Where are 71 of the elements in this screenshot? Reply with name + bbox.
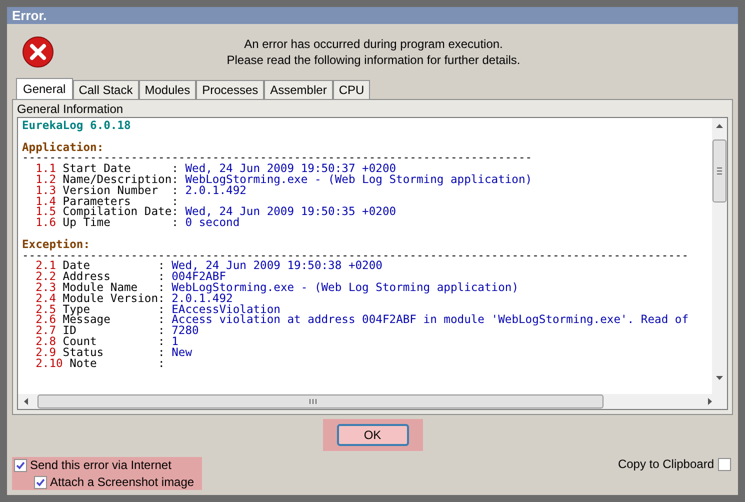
item-number: 2.10 [36, 358, 63, 370]
item-number: 1.5 [36, 207, 56, 218]
item-label: Module Name : [62, 282, 165, 294]
tab[interactable]: CPU [332, 80, 370, 99]
item-number: 2.9 [36, 348, 56, 359]
item-value: 004F2ABF [172, 272, 226, 283]
item-label: Message : [62, 315, 165, 326]
item-number: 1.2 [36, 174, 56, 186]
section-heading: Application: [22, 142, 104, 154]
item-label: Parameters : [62, 196, 178, 208]
checkbox[interactable] [34, 476, 47, 488]
item-value: 2.0.1.492 [172, 294, 233, 305]
item-number: 2.2 [36, 272, 56, 283]
item-number: 2.4 [36, 294, 56, 305]
ok-button[interactable]: OK [336, 424, 408, 446]
item-value: WebLogStorming.exe - (Web Log Storming application) [185, 174, 532, 186]
item-label: Start Date : [62, 164, 178, 175]
error-icon [22, 36, 54, 68]
item-number: 1.1 [36, 164, 56, 175]
tab[interactable]: General [16, 78, 73, 99]
horizontal-scrollbar[interactable] [18, 394, 727, 409]
item-label: Status : [62, 348, 165, 359]
item-value: 0 second [185, 218, 240, 229]
item-value: WebLogStorming.exe - (Web Log Storming application) [172, 282, 518, 294]
item-value: Wed, 24 Jun 2009 19:50:35 +0200 [185, 207, 396, 218]
tab[interactable]: Call Stack [72, 80, 139, 99]
item-label: Up Time : [62, 218, 178, 229]
item-number: 2.3 [36, 282, 56, 294]
separator-line: --------------------------------------------------------------------------- [22, 153, 532, 164]
item-number: 2.6 [36, 315, 56, 326]
item-label: Version Number : [62, 186, 178, 197]
option-label[interactable]: Send this error via Internet [30, 458, 172, 472]
item-number: 1.4 [36, 196, 56, 208]
item-value: Wed, 24 Jun 2009 19:50:38 +0200 [172, 261, 382, 272]
checkbox[interactable] [14, 458, 27, 472]
separator-line: -------------------------------------------------------------------------------------------------- [22, 250, 689, 262]
item-label: ID : [62, 326, 165, 337]
item-label: Address : [62, 272, 165, 283]
item-number: 1.3 [36, 186, 56, 197]
section-heading: Exception: [22, 240, 90, 251]
item-label: Name/Description: [62, 174, 178, 186]
item-number: 1.6 [36, 218, 56, 229]
error-message: An error has occurred during program execution. [244, 36, 503, 52]
item-label: Type : [62, 304, 165, 316]
item-value: 2.0.1.492 [185, 186, 246, 197]
option-label[interactable]: Attach a Screenshot image [50, 475, 194, 489]
item-number: 2.8 [36, 336, 56, 348]
item-value: 1 [172, 336, 178, 348]
item-label: Date : [62, 261, 165, 272]
option-label[interactable]: Copy to Clipboard [618, 457, 714, 471]
tab[interactable]: Processes [196, 80, 264, 99]
item-number: 2.7 [36, 326, 56, 337]
vertical-scrollbar[interactable] [712, 118, 727, 394]
item-value: New [172, 348, 192, 359]
item-label: Compilation Date: [62, 207, 178, 218]
panel-title: General Information [17, 101, 124, 117]
tab[interactable]: Assembler [264, 80, 333, 99]
checkbox[interactable] [718, 458, 731, 470]
log-title: EurekaLog 6.0.18 [22, 121, 131, 132]
item-value: 7280 [172, 326, 199, 337]
item-value: Access violation at address 004F2ABF in module 'WebLogStorming.exe'. Read of [172, 315, 689, 326]
tab[interactable]: Modules [138, 80, 196, 99]
item-label: Module Version: [62, 294, 165, 305]
item-value: Wed, 24 Jun 2009 19:50:37 +0200 [185, 164, 396, 175]
item-number: 2.5 [36, 304, 56, 316]
item-value: EAccessViolation [172, 304, 280, 316]
error-message: Please read the following information for further details. [226, 52, 520, 68]
window-title: Error. [7, 7, 738, 24]
item-label: Note : [70, 358, 165, 370]
item-number: 2.1 [36, 261, 56, 272]
item-label: Count : [62, 336, 165, 348]
